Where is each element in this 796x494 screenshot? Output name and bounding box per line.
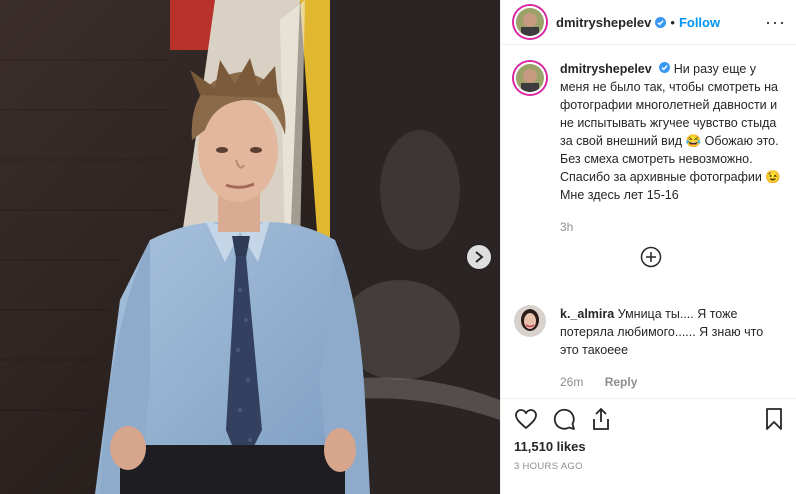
author-username[interactable]: dmitryshepelev	[556, 15, 651, 30]
avatar-image	[516, 8, 544, 36]
comment-icon[interactable]	[552, 407, 576, 431]
commenter-username[interactable]: k._almira	[560, 307, 614, 321]
verified-badge-icon	[655, 16, 667, 28]
caption-age[interactable]: 3h	[560, 218, 785, 236]
photo-illustration	[0, 0, 500, 494]
caption-author-avatar[interactable]	[514, 62, 546, 94]
comment-item: k._almira Умница ты.... Я тоже потеряла …	[514, 305, 788, 391]
verified-badge-icon	[659, 62, 671, 73]
author-avatar[interactable]	[514, 6, 546, 38]
commenter-avatar[interactable]	[514, 305, 546, 337]
caption-block: dmitryshepelev Ни разу еще у меня не был…	[514, 60, 788, 268]
follow-button[interactable]: Follow	[679, 15, 720, 30]
post-photo[interactable]	[0, 0, 500, 494]
caption-text: Ни разу еще у меня не было так, чтобы см…	[560, 62, 781, 202]
separator-dot: •	[670, 14, 675, 30]
caption-username[interactable]: dmitryshepelev	[560, 62, 652, 76]
heart-icon[interactable]	[514, 408, 538, 430]
post-timestamp[interactable]: 3 HOURS AGO	[514, 461, 784, 472]
avatar-image	[516, 64, 544, 92]
reply-button[interactable]: Reply	[605, 375, 638, 389]
more-options-icon[interactable]: ···	[765, 13, 786, 31]
likes-count[interactable]: 11,510 likes	[514, 439, 784, 454]
avatar-image	[514, 305, 546, 337]
comment-age[interactable]: 26m	[560, 375, 583, 389]
bookmark-icon[interactable]	[764, 407, 784, 431]
plus-circle-icon	[640, 246, 662, 268]
post-details-panel: dmitryshepelev • Follow ··· dmitryshepel…	[500, 0, 796, 494]
share-icon[interactable]	[590, 407, 612, 431]
post-header: dmitryshepelev • Follow ···	[501, 0, 796, 45]
chevron-right-icon	[475, 251, 484, 263]
next-photo-button[interactable]	[467, 245, 491, 269]
load-more-comments-button[interactable]	[514, 246, 788, 268]
post-actions: 11,510 likes 3 HOURS AGO	[501, 398, 796, 472]
